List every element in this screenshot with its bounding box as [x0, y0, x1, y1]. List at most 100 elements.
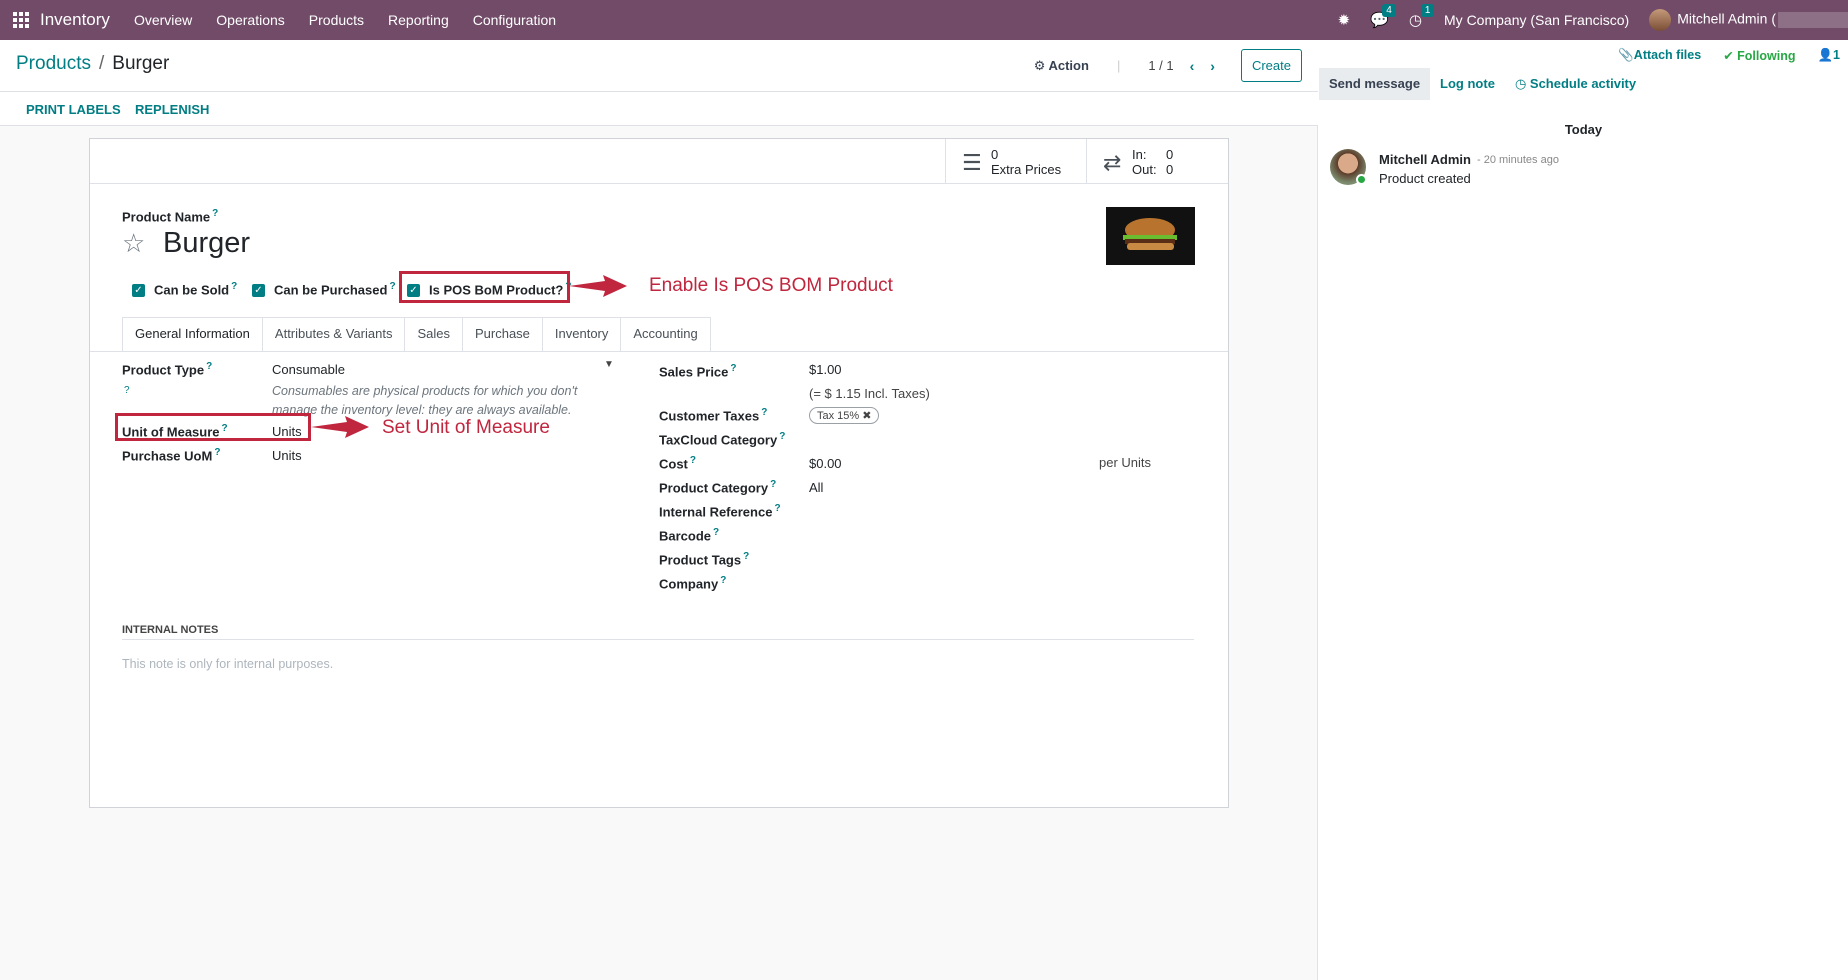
highlight-uom — [115, 413, 311, 441]
chatter-topbar: 📎Attach files ✔ Following 👤1 — [1618, 48, 1840, 63]
star-icon[interactable]: ☆ — [122, 228, 145, 259]
action-label: Action — [1048, 57, 1089, 73]
create-button[interactable]: Create — [1240, 49, 1302, 82]
purchase-uom-label: Purchase UoM? — [122, 447, 221, 464]
tab-purchase[interactable]: Purchase — [462, 317, 543, 352]
followers-button[interactable]: 👤1 — [1817, 48, 1840, 63]
can-be-purchased-checkbox[interactable]: ✓ Can be Purchased? — [252, 281, 396, 298]
menu-products[interactable]: Products — [297, 12, 376, 28]
exchange-icon: ⇄ — [1103, 150, 1122, 175]
company-label: Company? — [659, 575, 727, 592]
following-button[interactable]: ✔ Following — [1723, 48, 1795, 63]
pager-value[interactable]: 1 / 1 — [1148, 58, 1173, 73]
tax-tag[interactable]: Tax 15% ✖ — [809, 407, 880, 424]
cost-label: Cost? — [659, 455, 696, 472]
customer-taxes-label: Customer Taxes? — [659, 407, 768, 424]
bug-icon[interactable]: ✹ — [1338, 11, 1351, 29]
schedule-activity-button[interactable]: ◷ Schedule activity — [1505, 68, 1646, 100]
user-name: Mitchell Admin ( — [1677, 10, 1776, 27]
user-menu[interactable]: Mitchell Admin ( — [1649, 9, 1848, 31]
can-be-sold-checkbox[interactable]: ✓ Can be Sold? — [132, 281, 237, 298]
gear-icon: ⚙ — [1033, 57, 1049, 73]
breadcrumb-separator: / — [98, 53, 105, 74]
arrow-pos-bom — [569, 275, 627, 297]
check-icon: ✓ — [132, 284, 145, 298]
breadcrumb-products[interactable]: Products — [16, 53, 91, 74]
internal-notes-field[interactable]: This note is only for internal purposes. — [122, 657, 333, 671]
company-switcher[interactable]: My Company (San Francisco) — [1444, 12, 1629, 28]
menu-operations[interactable]: Operations — [204, 12, 296, 28]
product-type-select[interactable]: Consumable — [272, 362, 345, 377]
sales-price-label: Sales Price? — [659, 363, 737, 380]
main-menu: Overview Operations Products Reporting C… — [122, 12, 568, 28]
print-labels-button[interactable]: PRINT LABELS — [26, 102, 121, 117]
avatar — [1649, 9, 1672, 31]
replenish-button[interactable]: REPLENISH — [135, 102, 209, 117]
notebook-tabs: General Information Attributes & Variant… — [122, 317, 711, 352]
apps-grid-icon[interactable] — [12, 11, 30, 29]
send-message-button[interactable]: Send message — [1319, 68, 1431, 100]
sales-price-field[interactable]: $1.00 — [809, 362, 842, 377]
annotation-pos-bom: Enable Is POS BOM Product — [649, 275, 893, 296]
product-image[interactable] — [1106, 207, 1195, 265]
action-button[interactable]: ⚙ Action — [1034, 58, 1089, 74]
internal-reference-label: Internal Reference? — [659, 503, 781, 520]
in-out-button[interactable]: ⇄ In: 0 Out: 0 — [1086, 139, 1228, 183]
message-body: Product created — [1379, 171, 1471, 186]
annotation-uom: Set Unit of Measure — [382, 417, 550, 438]
log-note-button[interactable]: Log note — [1430, 68, 1505, 100]
tab-attributes-variants[interactable]: Attributes & Variants — [262, 317, 406, 352]
tax-tag-label: Tax 15% — [817, 410, 860, 422]
message-time: - 20 minutes ago — [1477, 154, 1559, 166]
purchase-uom-field[interactable]: Units — [272, 448, 302, 463]
category-field[interactable]: All — [809, 480, 823, 495]
tab-general-information[interactable]: General Information — [122, 317, 263, 352]
status-bar: PRINT LABELS REPLENISH — [0, 92, 1318, 126]
paperclip-icon: 📎 — [1618, 48, 1634, 62]
form-sheet: ☰ 0 Extra Prices ⇄ In: 0 Out: 0 Product … — [89, 138, 1229, 808]
app-name[interactable]: Inventory — [40, 10, 110, 30]
chevron-left-icon[interactable]: ‹ — [1190, 58, 1195, 74]
internal-notes-header: INTERNAL NOTES — [122, 624, 219, 636]
activities-badge: 1 — [1420, 4, 1435, 17]
extra-prices-label: Extra Prices — [991, 162, 1062, 177]
message-author[interactable]: Mitchell Admin — [1379, 152, 1471, 167]
button-box: ☰ 0 Extra Prices ⇄ In: 0 Out: 0 — [90, 139, 1228, 184]
attach-files-button[interactable]: 📎Attach files — [1618, 48, 1701, 63]
menu-reporting[interactable]: Reporting — [376, 12, 461, 28]
top-navbar: Inventory Overview Operations Products R… — [0, 0, 1848, 40]
out-label: Out: — [1132, 162, 1157, 177]
menu-overview[interactable]: Overview — [122, 12, 204, 28]
navbar-systray: ✹ 💬 4 ◷ 1 My Company (San Francisco) Mitch… — [1328, 0, 1848, 40]
chevron-right-icon[interactable]: › — [1210, 58, 1215, 74]
help-icon[interactable]: ? — [124, 385, 130, 396]
product-name-field[interactable]: Burger — [163, 227, 250, 260]
product-tags-label: Product Tags? — [659, 551, 750, 568]
taxcloud-label: TaxCloud Category? — [659, 431, 786, 448]
tab-inventory[interactable]: Inventory — [542, 317, 622, 352]
per-units-text: per Units — [1099, 455, 1152, 470]
tab-divider — [90, 351, 1228, 352]
tab-sales[interactable]: Sales — [405, 317, 463, 352]
cost-field[interactable]: $0.00 — [809, 456, 842, 471]
burger-image — [1123, 218, 1177, 250]
chat-icon[interactable]: 💬 4 — [1370, 4, 1396, 29]
tab-accounting[interactable]: Accounting — [621, 317, 711, 352]
breadcrumb: Products / Burger — [16, 53, 169, 75]
control-panel: Products / Burger ⚙ Action | 1 / 1 ‹ › Cre… — [0, 40, 1318, 92]
extra-prices-button[interactable]: ☰ 0 Extra Prices — [945, 139, 1086, 183]
notes-divider — [122, 639, 1194, 640]
online-status-icon — [1356, 174, 1367, 185]
list-icon: ☰ — [962, 150, 982, 175]
arrow-uom — [311, 416, 369, 438]
close-icon[interactable]: ✖ — [862, 410, 871, 422]
menu-configuration[interactable]: Configuration — [461, 12, 568, 28]
category-label: Product Category? — [659, 479, 777, 496]
caret-down-icon[interactable]: ▼ — [604, 359, 614, 370]
form-view: Products / Burger ⚙ Action | 1 / 1 ‹ › Cre… — [0, 40, 1318, 980]
redacted-name — [1778, 12, 1848, 28]
in-value: 0 — [1166, 147, 1174, 162]
clock-icon[interactable]: ◷ 1 — [1409, 4, 1435, 29]
product-name-label: Product Name? — [122, 208, 219, 225]
product-type-description: Consumables are physical products for wh… — [272, 384, 578, 417]
